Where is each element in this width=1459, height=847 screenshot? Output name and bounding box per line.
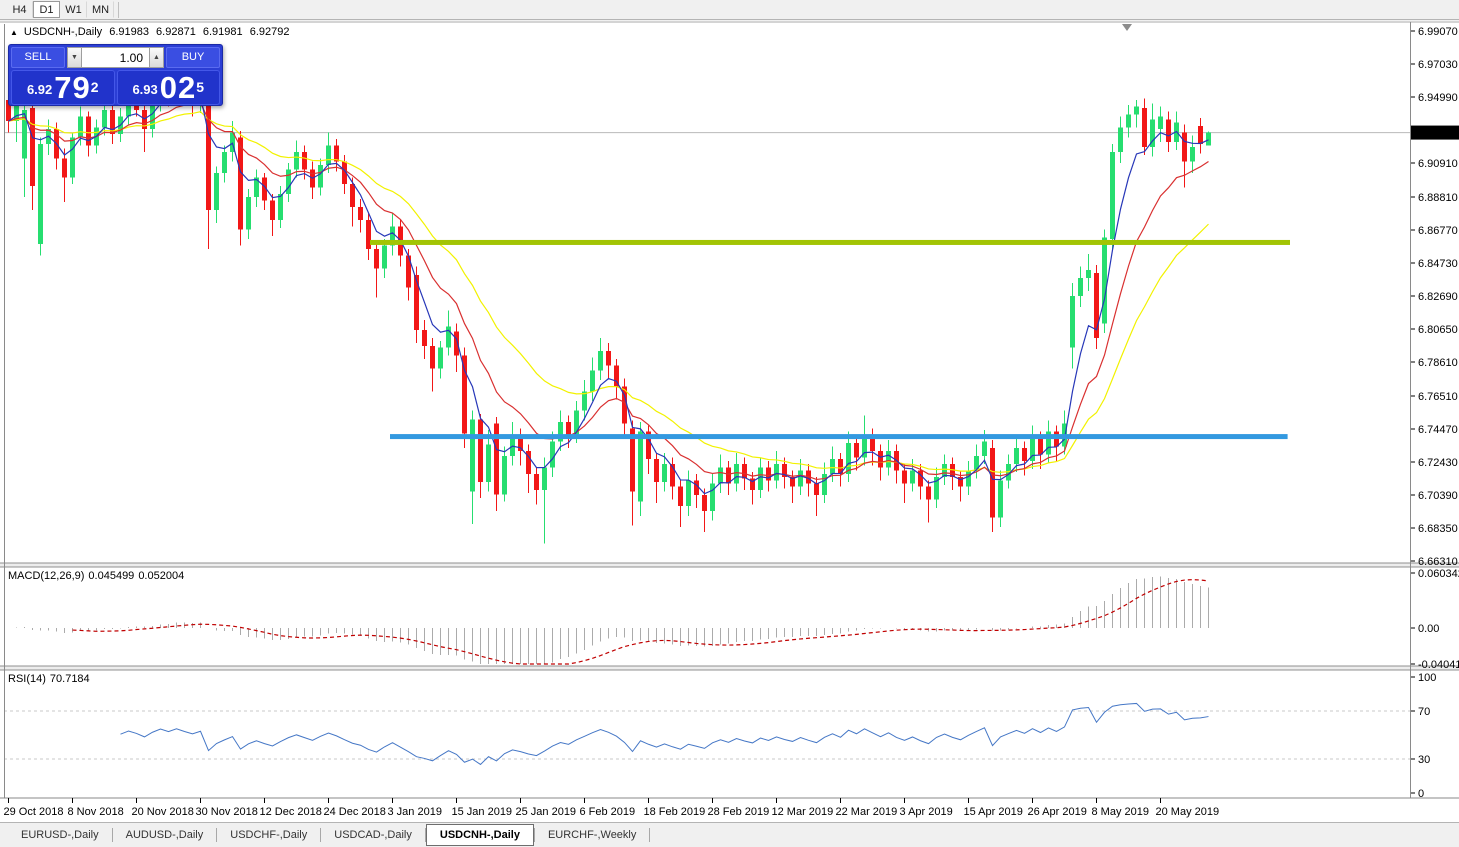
symbol-tabbar: EURUSD-,Daily AUDUSD-,Daily USDCHF-,Daily U… — [0, 822, 1459, 847]
svg-text:6.68350: 6.68350 — [1418, 523, 1458, 535]
svg-text:29 Oct 2018: 29 Oct 2018 — [4, 806, 64, 818]
sell-price-base: 6.92 — [26, 82, 53, 97]
svg-text:15 Apr 2019: 15 Apr 2019 — [964, 806, 1023, 818]
chart-ohlc-header: ▲ USDCNH-,Daily 6.91983 6.92871 6.91981 6… — [10, 26, 293, 38]
volume-increase-icon[interactable]: ▲ — [149, 47, 164, 68]
svg-text:30: 30 — [1418, 754, 1430, 766]
svg-text:6.92792: 6.92792 — [1414, 128, 1454, 140]
svg-text:6.70390: 6.70390 — [1418, 490, 1458, 502]
svg-text:12 Dec 2018: 12 Dec 2018 — [260, 806, 322, 818]
toolbar-separator — [118, 1, 120, 18]
tab-usdcnh-daily[interactable]: USDCNH-,Daily — [425, 824, 534, 846]
ohlc-close: 6.92792 — [249, 26, 290, 38]
svg-text:8 Nov 2018: 8 Nov 2018 — [68, 806, 124, 818]
svg-text:6.72430: 6.72430 — [1418, 457, 1458, 469]
svg-text:0.060342: 0.060342 — [1418, 568, 1459, 580]
tab-eurchf-weekly[interactable]: EURCHF-,Weekly — [535, 824, 649, 846]
buy-button[interactable]: BUY — [166, 47, 220, 68]
resistance-line[interactable] — [370, 239, 1290, 245]
svg-text:3 Jan 2019: 3 Jan 2019 — [388, 806, 442, 818]
svg-text:6.84730: 6.84730 — [1418, 258, 1458, 270]
svg-text:20 May 2019: 20 May 2019 — [1156, 806, 1220, 818]
timeframe-toolbar: H4 D1 W1 MN — [0, 0, 1459, 20]
sell-button[interactable]: SELL — [11, 47, 65, 68]
symbol-title: USDCNH-,Daily — [23, 26, 103, 38]
svg-text:24 Dec 2018: 24 Dec 2018 — [324, 806, 386, 818]
svg-text:12 Mar 2019: 12 Mar 2019 — [772, 806, 834, 818]
sell-price-point: 2 — [90, 79, 99, 95]
svg-text:20 Nov 2018: 20 Nov 2018 — [132, 806, 194, 818]
svg-text:25 Jan 2019: 25 Jan 2019 — [516, 806, 577, 818]
buy-price-pips: 02 — [159, 70, 197, 105]
svg-text:70: 70 — [1418, 706, 1430, 718]
ohlc-low: 6.91981 — [202, 26, 243, 38]
ohlc-high: 6.92871 — [156, 26, 196, 38]
svg-text:26 Apr 2019: 26 Apr 2019 — [1028, 806, 1087, 818]
svg-text:28 Feb 2019: 28 Feb 2019 — [708, 806, 770, 818]
sell-price-button[interactable]: 6.92 79 2 — [11, 70, 115, 105]
svg-text:6.78610: 6.78610 — [1418, 357, 1458, 369]
timeframe-button-w1[interactable]: W1 — [60, 1, 87, 18]
support-line[interactable] — [390, 434, 1288, 440]
timeframe-button-d1[interactable]: D1 — [33, 1, 60, 18]
svg-text:18 Feb 2019: 18 Feb 2019 — [644, 806, 706, 818]
svg-text:8 May 2019: 8 May 2019 — [1092, 806, 1149, 818]
volume-decrease-icon[interactable]: ▼ — [67, 47, 82, 68]
sell-price-pips: 79 — [54, 70, 91, 105]
timeframe-button-mn[interactable]: MN — [87, 1, 115, 18]
svg-text:6.66310: 6.66310 — [1418, 556, 1458, 568]
svg-text:0.00: 0.00 — [1418, 623, 1439, 635]
collapse-icon[interactable]: ▲ — [10, 28, 18, 37]
svg-text:6 Feb 2019: 6 Feb 2019 — [580, 806, 636, 818]
tab-usdchf-daily[interactable]: USDCHF-,Daily — [217, 824, 320, 846]
chart-window: ▲ USDCNH-,Daily 6.91983 6.92871 6.91981 6… — [0, 21, 1459, 822]
buy-price-point: 5 — [196, 79, 205, 95]
svg-text:100: 100 — [1418, 672, 1436, 684]
svg-text:6.90910: 6.90910 — [1418, 158, 1458, 170]
chart-canvas[interactable]: 6.990706.970306.949906.929506.909106.888… — [0, 21, 1459, 822]
svg-text:22 Mar 2019: 22 Mar 2019 — [836, 806, 898, 818]
one-click-trading-panel: SELL ▼ ▲ BUY 6.92 79 2 6.93 02 5 — [8, 44, 223, 106]
volume-input[interactable] — [82, 47, 149, 68]
svg-text:6.88810: 6.88810 — [1418, 192, 1458, 204]
svg-text:30 Nov 2018: 30 Nov 2018 — [196, 806, 258, 818]
tab-usdcad-daily[interactable]: USDCAD-,Daily — [321, 824, 425, 846]
chart-background[interactable] — [0, 21, 1459, 822]
svg-text:6.99070: 6.99070 — [1418, 26, 1458, 38]
svg-text:15 Jan 2019: 15 Jan 2019 — [452, 806, 513, 818]
svg-text:0: 0 — [1418, 788, 1424, 800]
svg-text:6.97030: 6.97030 — [1418, 59, 1458, 71]
svg-text:6.94990: 6.94990 — [1418, 92, 1458, 104]
svg-text:6.86770: 6.86770 — [1418, 225, 1458, 237]
timeframe-button-h4[interactable]: H4 — [6, 1, 33, 18]
buy-price-button[interactable]: 6.93 02 5 — [116, 70, 220, 105]
macd-label: MACD(12,26,9) 0.045499 0.052004 — [8, 570, 185, 582]
svg-text:3 Apr 2019: 3 Apr 2019 — [900, 806, 953, 818]
tab-audusd-daily[interactable]: AUDUSD-,Daily — [113, 824, 217, 846]
svg-text:6.82690: 6.82690 — [1418, 291, 1458, 303]
svg-text:6.80650: 6.80650 — [1418, 324, 1458, 336]
svg-text:6.74470: 6.74470 — [1418, 424, 1458, 436]
ohlc-open: 6.91983 — [109, 26, 149, 38]
buy-price-base: 6.93 — [132, 82, 158, 97]
svg-text:-0.04041: -0.04041 — [1418, 659, 1459, 671]
svg-text:6.76510: 6.76510 — [1418, 391, 1458, 403]
current-price-tag: 6.92792 — [1411, 125, 1459, 140]
rsi-label: RSI(14) 70.7184 — [8, 673, 90, 685]
tab-eurusd-daily[interactable]: EURUSD-,Daily — [8, 824, 112, 846]
tab-divider — [649, 828, 651, 842]
volume-stepper: ▼ ▲ — [67, 47, 164, 68]
